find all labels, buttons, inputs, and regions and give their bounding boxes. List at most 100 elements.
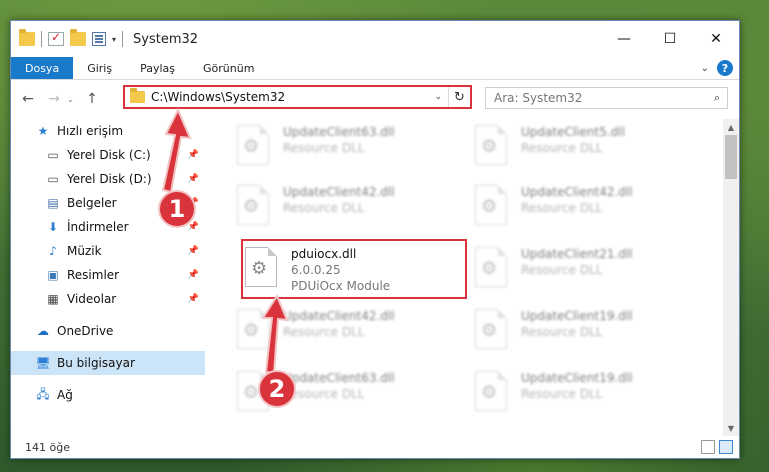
item-count: 141 öğe (25, 440, 70, 454)
address-bar[interactable]: C:\Windows\System32 ⌄ ↻ (123, 85, 472, 109)
expand-ribbon-icon[interactable]: ⌄ (701, 63, 709, 74)
search-icon[interactable]: ⌕ (707, 91, 727, 105)
sidebar-item-music[interactable]: ♪ Müzik 📌 (11, 239, 205, 263)
file-item[interactable]: ⚙ UpdateClient5.dll Resource DLL (475, 121, 695, 177)
status-bar: 141 öğe (11, 436, 739, 458)
file-item[interactable]: ⚙ UpdateClient42.dll Resource DLL (475, 181, 695, 237)
dll-file-icon: ⚙ (475, 125, 507, 165)
drive-icon: ▭ (47, 148, 59, 162)
pin-icon[interactable]: 📌 (188, 222, 199, 232)
chevron-down-icon[interactable]: ▾ (112, 35, 116, 44)
pin-icon[interactable]: 📌 (188, 246, 199, 256)
forward-arrow-icon[interactable]: → (41, 91, 67, 107)
sidebar-item-label: Videolar (67, 292, 117, 306)
file-name: UpdateClient5.dll (521, 125, 625, 139)
navigation-bar: ← → ⌄ ↑ C:\Windows\System32 ⌄ ↻ Ara: Sys… (11, 81, 739, 117)
sidebar-item-pictures[interactable]: ▣ Resimler 📌 (11, 263, 205, 287)
tiles-view-icon[interactable] (719, 440, 733, 454)
drive-icon: ▭ (47, 172, 59, 186)
address-text[interactable]: C:\Windows\System32 (151, 90, 434, 104)
scroll-down-icon[interactable]: ▼ (723, 420, 739, 436)
file-description: Resource DLL (283, 141, 365, 155)
file-item[interactable]: ⚙ UpdateClient63.dll Resource DLL (237, 121, 457, 177)
file-name: UpdateClient19.dll (521, 371, 633, 385)
file-description: Resource DLL (283, 387, 365, 401)
file-name: UpdateClient42.dll (521, 185, 633, 199)
sidebar-item-label: Yerel Disk (C:) (67, 148, 151, 162)
file-item[interactable]: ⚙ UpdateClient42.dll Resource DLL (237, 305, 457, 361)
pin-icon[interactable]: 📌 (188, 270, 199, 280)
divider (122, 31, 124, 47)
pin-icon[interactable]: 📌 (188, 174, 199, 184)
videos-icon: ▦ (47, 292, 59, 306)
file-description: Resource DLL (521, 325, 603, 339)
tab-file[interactable]: Dosya (11, 57, 74, 79)
sidebar-item-disk-c[interactable]: ▭ Yerel Disk (C:) 📌 (11, 143, 205, 167)
computer-icon: 🖥 (35, 356, 51, 370)
sidebar-item-label: Hızlı erişim (57, 124, 124, 138)
sidebar-item-this-pc[interactable]: 🖥 Bu bilgisayar (11, 351, 205, 375)
search-input[interactable]: Ara: System32 ⌕ (485, 87, 728, 109)
highlight-box (241, 239, 467, 299)
file-item[interactable]: ⚙ UpdateClient21.dll Resource DLL (475, 243, 695, 299)
details-view-icon[interactable] (701, 440, 715, 454)
minimize-button[interactable]: — (601, 21, 647, 57)
sidebar-item-onedrive[interactable]: ☁ OneDrive (11, 319, 205, 343)
file-name: UpdateClient42.dll (283, 185, 395, 199)
close-button[interactable]: ✕ (693, 21, 739, 57)
sidebar-item-label: Yerel Disk (D:) (67, 172, 152, 186)
title-bar: ▾ System32 — ☐ ✕ (11, 21, 739, 57)
sidebar-item-label: Resimler (67, 268, 120, 282)
list-view-icon[interactable] (92, 32, 106, 46)
file-item[interactable]: ⚙ UpdateClient42.dll Resource DLL (237, 181, 457, 237)
step-2-callout: 2 (258, 370, 296, 408)
step-1-callout: 1 (158, 190, 196, 228)
new-folder-icon[interactable] (70, 29, 86, 46)
file-item[interactable]: ⚙ UpdateClient19.dll Resource DLL (475, 367, 695, 423)
sidebar-item-quick-access[interactable]: ★ Hızlı erişim (11, 119, 205, 143)
help-icon[interactable]: ? (717, 60, 733, 76)
pin-icon[interactable]: 📌 (188, 294, 199, 304)
chevron-down-icon[interactable]: ⌄ (434, 92, 442, 102)
tab-home[interactable]: Giriş (73, 57, 126, 79)
sidebar-item-label: Belgeler (67, 196, 117, 210)
back-arrow-icon[interactable]: ← (15, 91, 41, 107)
file-name: UpdateClient21.dll (521, 247, 633, 261)
star-icon: ★ (37, 124, 49, 138)
file-description: Resource DLL (283, 201, 365, 215)
file-description: Resource DLL (521, 263, 603, 277)
scroll-thumb[interactable] (725, 135, 737, 179)
tab-share[interactable]: Paylaş (126, 57, 189, 79)
folder-icon (19, 29, 35, 46)
network-icon: 🖧 (36, 386, 50, 401)
pin-icon[interactable]: 📌 (188, 150, 199, 160)
properties-check-icon[interactable] (48, 30, 64, 46)
sidebar-item-disk-d[interactable]: ▭ Yerel Disk (D:) 📌 (11, 167, 205, 191)
file-description: Resource DLL (283, 325, 365, 339)
quick-access-toolbar: ▾ (19, 29, 124, 47)
folder-icon (130, 88, 145, 103)
pictures-icon: ▣ (47, 268, 59, 282)
maximize-button[interactable]: ☐ (647, 21, 693, 57)
search-placeholder: Ara: System32 (494, 91, 583, 105)
sidebar-item-network[interactable]: 🖧 Ağ (11, 383, 205, 407)
file-item[interactable]: ⚙ UpdateClient19.dll Resource DLL (475, 305, 695, 361)
refresh-icon[interactable]: ↻ (448, 87, 470, 107)
dll-file-icon: ⚙ (237, 125, 269, 165)
scroll-up-icon[interactable]: ▲ (723, 119, 739, 135)
tab-view[interactable]: Görünüm (189, 57, 268, 79)
navigation-pane: ★ Hızlı erişim ▭ Yerel Disk (C:) 📌 ▭ Yer… (11, 119, 205, 436)
file-name: UpdateClient63.dll (283, 125, 395, 139)
vertical-scrollbar[interactable]: ▲ ▼ (723, 119, 739, 436)
ribbon-tabs: Dosya Giriş Paylaş Görünüm ⌄ ? (11, 57, 739, 80)
file-description: Resource DLL (521, 141, 603, 155)
documents-icon: ▤ (47, 196, 59, 210)
sidebar-item-label: İndirmeler (67, 220, 129, 234)
recent-locations-icon[interactable]: ⌄ (67, 95, 79, 104)
music-icon: ♪ (49, 244, 57, 258)
sidebar-item-videos[interactable]: ▦ Videolar 📌 (11, 287, 205, 311)
up-arrow-icon[interactable]: ↑ (79, 91, 105, 107)
explorer-window: ▾ System32 — ☐ ✕ Dosya Giriş Paylaş Görü… (10, 20, 740, 459)
download-icon: ⬇ (47, 220, 59, 234)
window-title: System32 (133, 31, 199, 47)
